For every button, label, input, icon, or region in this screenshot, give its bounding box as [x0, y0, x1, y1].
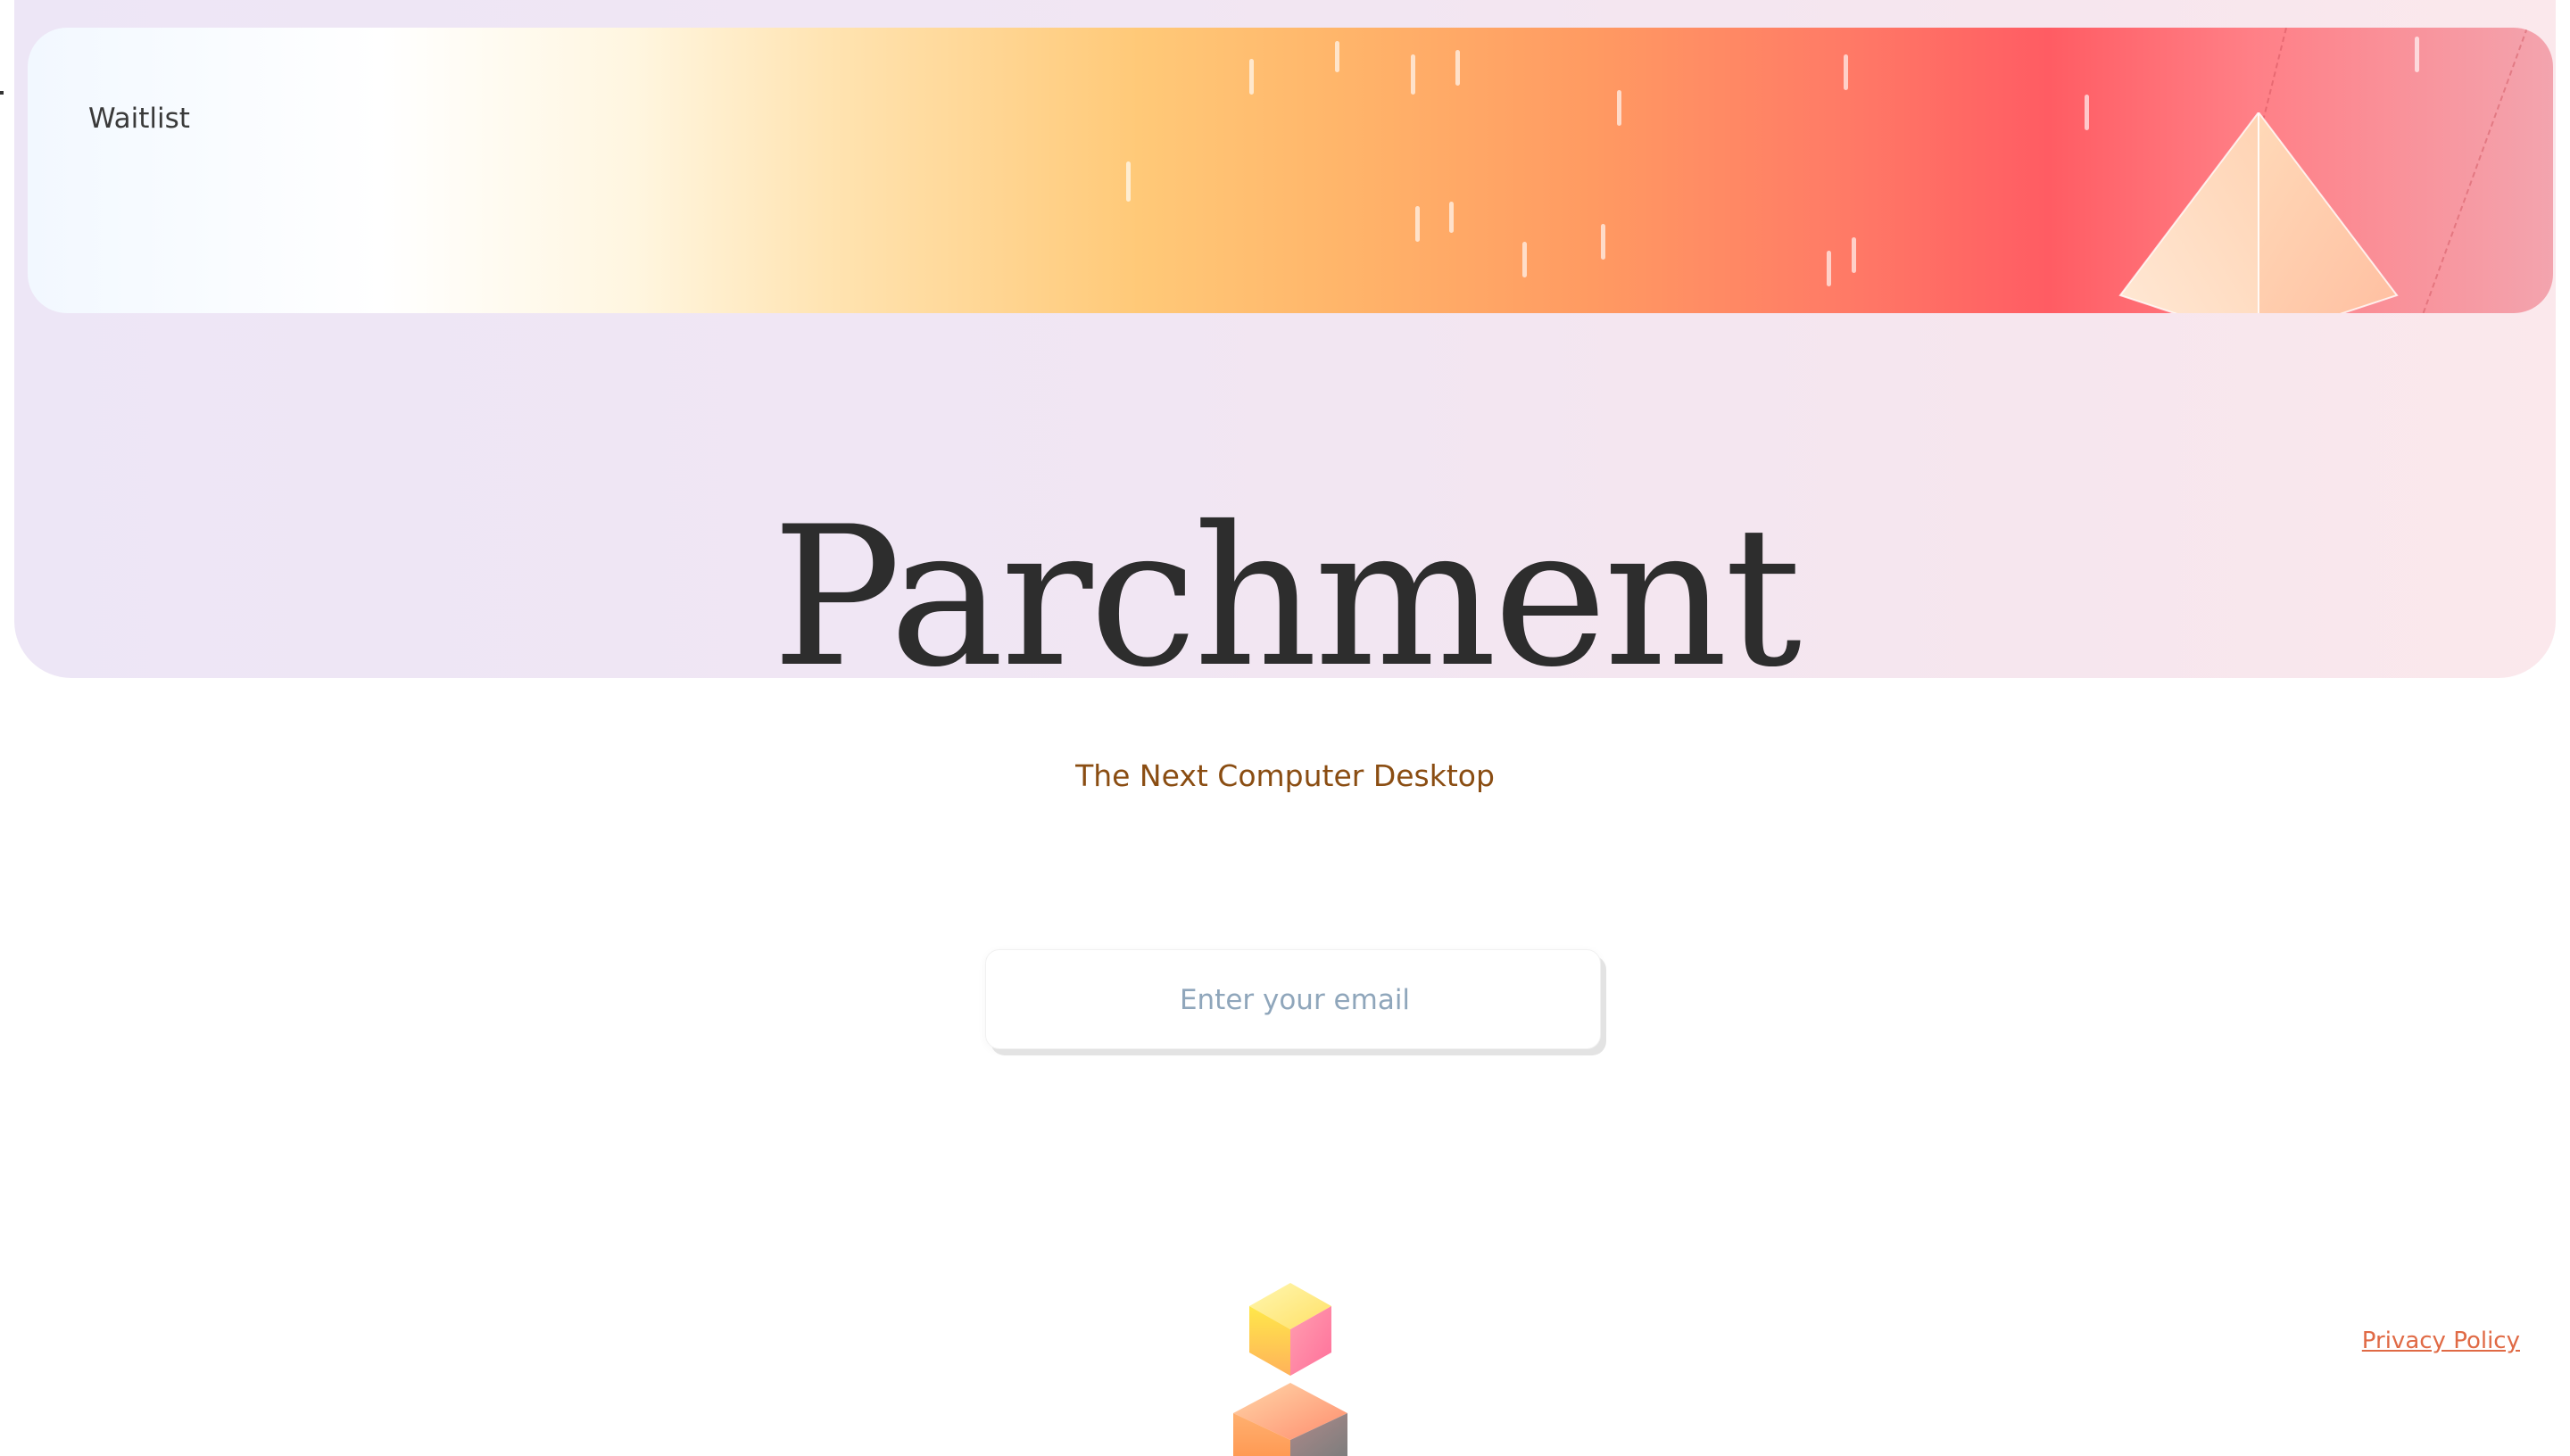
email-field[interactable] — [986, 950, 1604, 1050]
privacy-policy-link[interactable]: Privacy Policy — [2362, 1328, 2520, 1354]
page-title: Parchment — [771, 485, 1802, 709]
cube-icon — [1233, 1383, 1347, 1456]
edge-marker — [0, 91, 4, 95]
pyramid-icon — [2118, 112, 2399, 313]
page-subtitle: The Next Computer Desktop — [1075, 758, 1495, 793]
email-field-container — [985, 949, 1604, 1050]
cube-icon — [1249, 1283, 1331, 1376]
waitlist-banner: Waitlist — [28, 28, 2553, 313]
waitlist-label[interactable]: Waitlist — [88, 103, 190, 135]
landing-page: Waitlist Parchment The Next Computer Des… — [0, 0, 2570, 1456]
